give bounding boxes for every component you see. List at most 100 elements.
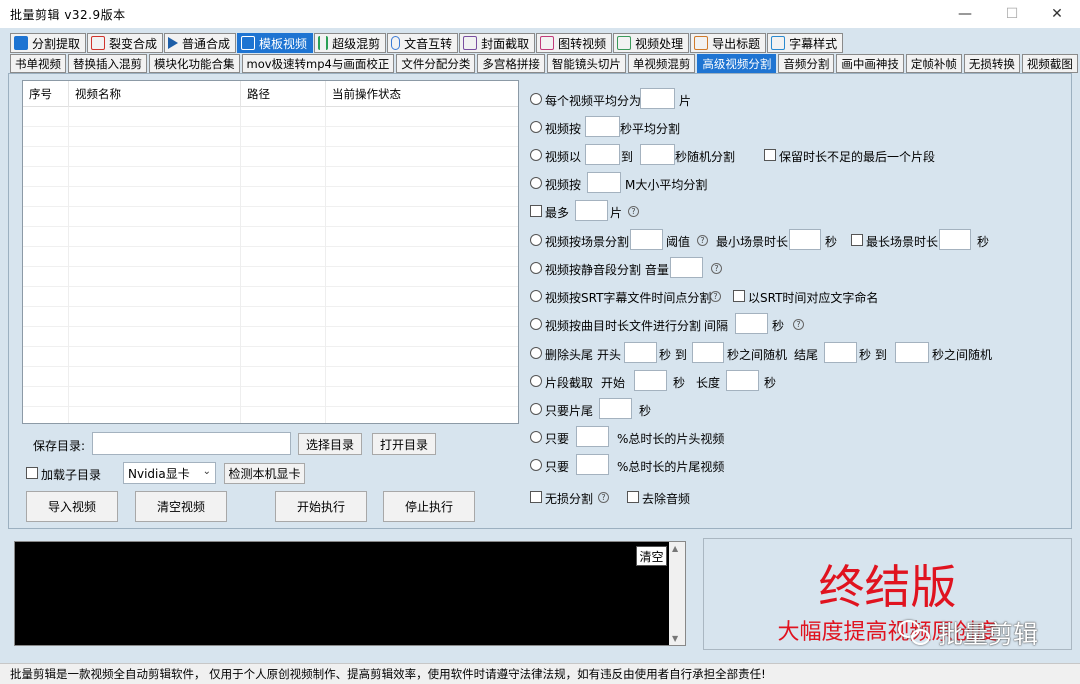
max-scene-input[interactable] bbox=[939, 229, 971, 250]
silence-volume-input[interactable] bbox=[670, 257, 703, 278]
radio-avg-pieces[interactable] bbox=[530, 93, 542, 105]
load-subdir-checkbox[interactable] bbox=[26, 467, 38, 479]
col-index: 序号 bbox=[23, 81, 69, 107]
radio-random-seconds[interactable] bbox=[530, 149, 542, 161]
subtab-mov-to-mp4[interactable]: mov极速转mp4与画面校正 bbox=[241, 54, 395, 73]
radio-scene-split[interactable] bbox=[530, 234, 542, 246]
tab-subtitle-style[interactable]: 字幕样式 bbox=[767, 33, 844, 53]
head-max-input[interactable] bbox=[692, 342, 724, 363]
subtab-picture-in-picture[interactable]: 画中画神技 bbox=[836, 54, 904, 73]
minimize-button[interactable]: — bbox=[942, 0, 988, 28]
help-icon[interactable]: ? bbox=[697, 235, 708, 246]
maximize-button[interactable]: ☐ bbox=[989, 0, 1035, 28]
save-dir-input[interactable] bbox=[92, 432, 291, 455]
close-button[interactable]: ✕ bbox=[1034, 0, 1080, 28]
avg-seconds-input[interactable] bbox=[585, 116, 620, 137]
radio-avg-seconds[interactable] bbox=[530, 121, 542, 133]
random-min-input[interactable] bbox=[585, 144, 620, 165]
console-scrollbar[interactable]: ▲ ▼ bbox=[669, 542, 685, 645]
avg-size-input[interactable] bbox=[587, 172, 621, 193]
random-max-input[interactable] bbox=[640, 144, 675, 165]
tail-max-input[interactable] bbox=[895, 342, 929, 363]
save-dir-label: 保存目录: bbox=[33, 439, 86, 453]
tab-image-to-video[interactable]: 图转视频 bbox=[536, 33, 613, 53]
opt-max-scene-label: 最长场景时长 bbox=[866, 235, 939, 249]
scroll-down-icon[interactable]: ▼ bbox=[672, 634, 678, 643]
radio-track-split[interactable] bbox=[530, 318, 542, 330]
scene-threshold-input[interactable] bbox=[630, 229, 663, 250]
tail-min-input[interactable] bbox=[824, 342, 857, 363]
clear-log-button[interactable]: 清空 bbox=[636, 546, 667, 566]
segment-length-input[interactable] bbox=[726, 370, 759, 391]
head-percent-input[interactable] bbox=[576, 426, 609, 447]
subtab-single-video-mix[interactable]: 单视频混剪 bbox=[627, 54, 696, 73]
tab-export-title[interactable]: 导出标题 bbox=[690, 33, 767, 53]
subtab-booklist-video[interactable]: 书单视频 bbox=[10, 54, 66, 73]
subtab-smart-shot-slice[interactable]: 智能镜头切片 bbox=[546, 54, 626, 73]
table-header: 序号 视频名称 路径 当前操作状态 bbox=[23, 81, 518, 107]
import-video-button[interactable]: 导入视频 bbox=[26, 491, 118, 522]
segment-start-input[interactable] bbox=[634, 370, 667, 391]
remove-audio-checkbox[interactable] bbox=[627, 491, 639, 503]
subtab-freeze-frame[interactable]: 定帧补帧 bbox=[905, 54, 962, 73]
radio-tail-only[interactable] bbox=[530, 403, 542, 415]
tab-normal-merge[interactable]: 普通合成 bbox=[164, 33, 237, 53]
tab-super-mix[interactable]: 超级混剪 bbox=[314, 33, 387, 53]
subtab-modular-functions[interactable]: 模块化功能合集 bbox=[149, 54, 240, 73]
subtab-lossless-convert[interactable]: 无损转换 bbox=[963, 54, 1020, 73]
table-row bbox=[23, 127, 518, 147]
radio-srt-split[interactable] bbox=[530, 290, 542, 302]
tail-percent-input[interactable] bbox=[576, 454, 609, 475]
watermark-text: 批量剪辑 bbox=[938, 620, 1039, 649]
head-min-input[interactable] bbox=[624, 342, 657, 363]
subtab-video-screenshot[interactable]: 视频截图 bbox=[1021, 54, 1078, 73]
subtab-multigrid-splice[interactable]: 多宫格拼接 bbox=[477, 54, 545, 73]
subtab-advanced-split[interactable]: 高级视频分割 bbox=[697, 54, 777, 73]
interval-input[interactable] bbox=[735, 313, 768, 334]
tail-only-input[interactable] bbox=[599, 398, 632, 419]
max-scene-checkbox[interactable] bbox=[851, 234, 863, 246]
radio-segment-cut[interactable] bbox=[530, 375, 542, 387]
main-tab-bar: 分割提取 裂变合成 普通合成 模板视频 超级混剪 文音互转 封面截取 图转视频 … bbox=[10, 33, 844, 53]
tab-cover-capture[interactable]: 封面截取 bbox=[459, 33, 536, 53]
radio-avg-size[interactable] bbox=[530, 177, 542, 189]
srt-naming-checkbox[interactable] bbox=[733, 290, 745, 302]
help-icon[interactable]: ? bbox=[628, 206, 639, 217]
detect-gpu-button[interactable]: 检测本机显卡 bbox=[224, 463, 305, 484]
log-console[interactable]: ▲ ▼ bbox=[14, 541, 686, 646]
tab-fission-merge[interactable]: 裂变合成 bbox=[87, 33, 164, 53]
tab-split-extract[interactable]: 分割提取 bbox=[10, 33, 87, 53]
open-dir-button[interactable]: 打开目录 bbox=[372, 433, 436, 455]
video-table[interactable]: 序号 视频名称 路径 当前操作状态 bbox=[22, 80, 519, 424]
subtab-file-distribute[interactable]: 文件分配分类 bbox=[396, 54, 476, 73]
start-button[interactable]: 开始执行 bbox=[275, 491, 367, 522]
keep-last-segment-checkbox[interactable] bbox=[764, 149, 776, 161]
subtab-audio-split[interactable]: 音频分割 bbox=[778, 54, 835, 73]
max-pieces-checkbox[interactable] bbox=[530, 205, 542, 217]
min-scene-input[interactable] bbox=[789, 229, 821, 250]
radio-silence-split[interactable] bbox=[530, 262, 542, 274]
subtab-replace-insert-mix[interactable]: 替换插入混剪 bbox=[68, 54, 147, 73]
avg-pieces-input[interactable] bbox=[640, 88, 675, 109]
clear-video-button[interactable]: 清空视频 bbox=[135, 491, 227, 522]
help-icon[interactable]: ? bbox=[710, 291, 721, 302]
gpu-select[interactable]: Nvidia显卡 ⌄ bbox=[123, 462, 216, 484]
opt-track-label: 视频按曲目时长文件进行分割 bbox=[545, 319, 702, 333]
subtitle-icon bbox=[771, 36, 786, 50]
radio-trim-head-tail[interactable] bbox=[530, 347, 542, 359]
stop-button[interactable]: 停止执行 bbox=[383, 491, 475, 522]
scroll-up-icon[interactable]: ▲ bbox=[672, 544, 678, 553]
lossless-split-checkbox[interactable] bbox=[530, 491, 542, 503]
radio-tail-percent[interactable] bbox=[530, 459, 542, 471]
tab-text-audio[interactable]: 文音互转 bbox=[387, 33, 459, 53]
radio-head-percent[interactable] bbox=[530, 431, 542, 443]
help-icon[interactable]: ? bbox=[793, 319, 804, 330]
table-row bbox=[23, 407, 518, 423]
tab-video-process[interactable]: 视频处理 bbox=[613, 33, 690, 53]
help-icon[interactable]: ? bbox=[598, 492, 609, 503]
select-dir-button[interactable]: 选择目录 bbox=[298, 433, 362, 455]
tab-template-video[interactable]: 模板视频 bbox=[237, 33, 314, 53]
opt-head-label: 开头 bbox=[597, 348, 622, 362]
max-pieces-input[interactable] bbox=[575, 200, 608, 221]
help-icon[interactable]: ? bbox=[711, 263, 722, 274]
